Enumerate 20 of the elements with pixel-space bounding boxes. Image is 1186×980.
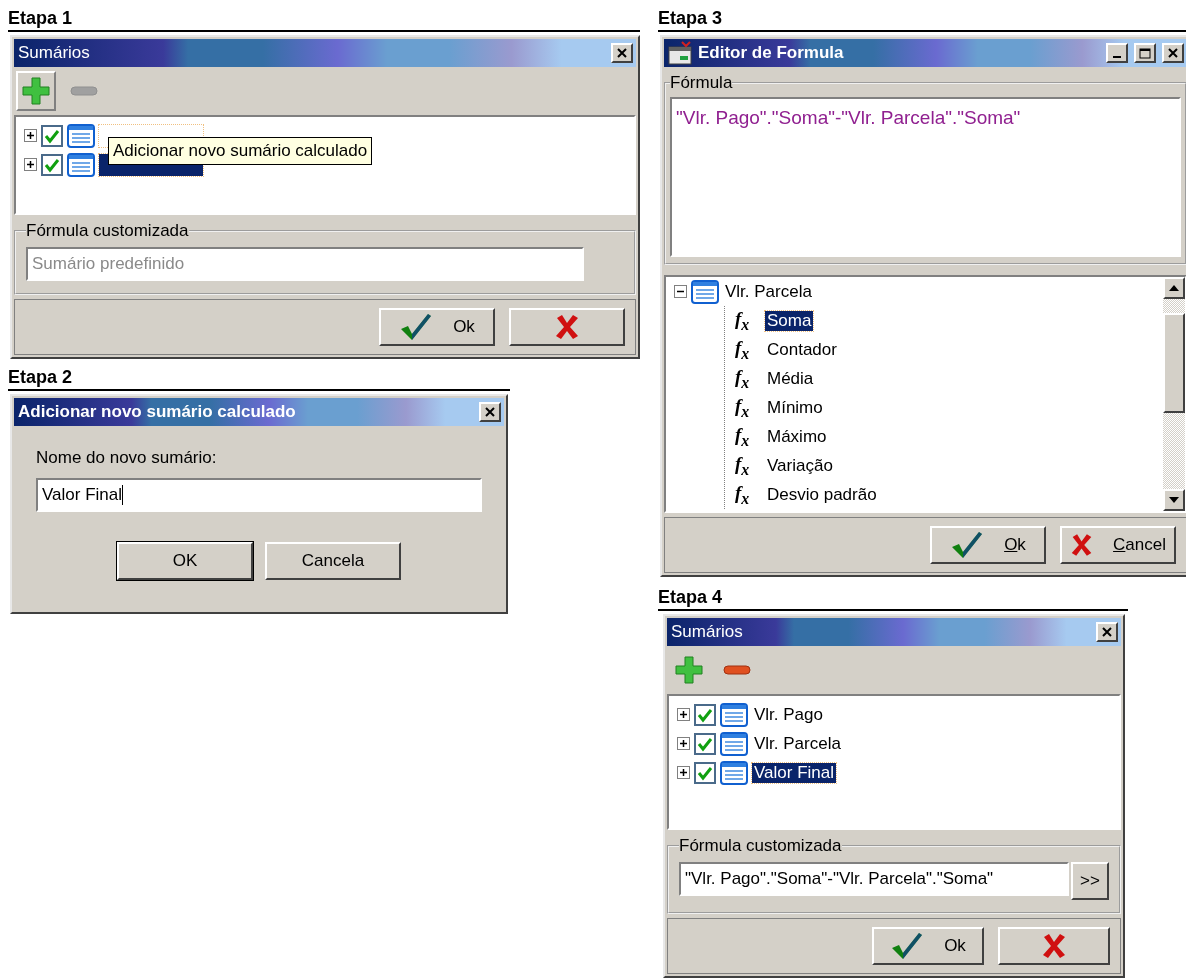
prompt-label: Nome do novo sumário: — [36, 448, 218, 468]
window-title: Adicionar novo sumário calculado — [18, 402, 297, 422]
step-heading: Etapa 4 — [658, 587, 1128, 611]
group-label: Fórmula — [670, 73, 733, 93]
step-heading: Etapa 1 — [8, 8, 640, 32]
function-icon: f$_{x}$ — [735, 307, 757, 334]
step-heading: Etapa 3 — [658, 8, 1186, 32]
group-label: Fórmula customizada — [679, 836, 842, 856]
window-title: Editor de Formula — [698, 43, 845, 63]
tooltip: Adicionar novo sumário calculado — [108, 137, 373, 165]
group-label: Fórmula customizada — [26, 221, 189, 241]
window-title: Sumários — [671, 622, 744, 642]
function-icon: f$_{x}$ — [735, 423, 757, 450]
function-icon: f$_{x}$ — [735, 481, 757, 508]
window-title: Sumários — [18, 43, 91, 63]
function-icon: f$_{x}$ — [735, 365, 757, 392]
step-heading: Etapa 2 — [8, 367, 510, 391]
function-icon: f$_{x}$ — [735, 336, 757, 363]
function-icon: f$_{x}$ — [735, 452, 757, 479]
function-icon: f$_{x}$ — [735, 394, 757, 421]
